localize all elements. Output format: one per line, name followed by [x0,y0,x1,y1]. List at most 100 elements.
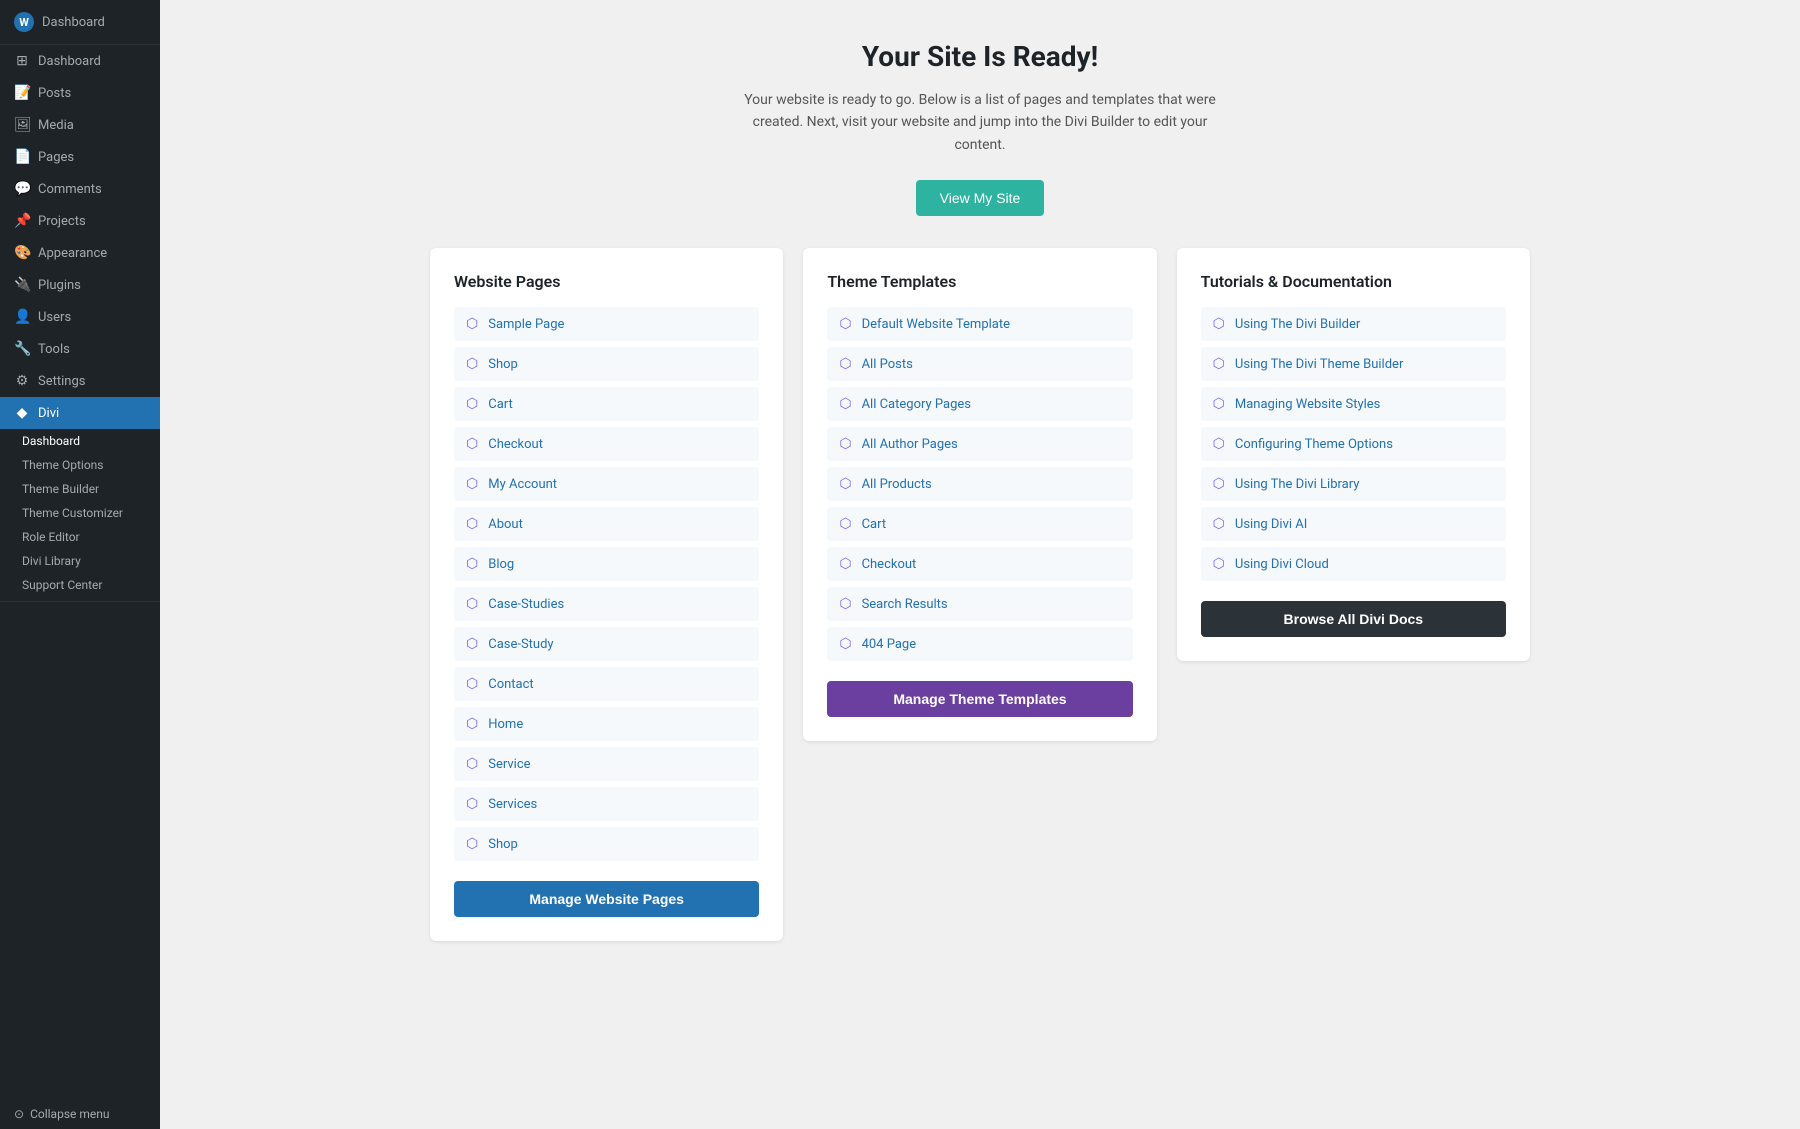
list-item-icon: ⬡ [466,676,478,692]
sidebar: W Dashboard ⊞ Dashboard 📝 Posts 🖼 Media … [0,0,160,1129]
list-item-label: All Posts [862,357,913,372]
list-item[interactable]: ⬡ Using The Divi Builder [1201,307,1506,341]
collapse-label: Collapse menu [30,1107,109,1121]
page-subtitle: Your website is ready to go. Below is a … [730,89,1230,156]
list-item-icon: ⬡ [839,556,851,572]
sidebar-subitem-support-center[interactable]: Support Center [0,573,160,597]
list-item[interactable]: ⬡ Using The Divi Library [1201,467,1506,501]
list-item-label: Contact [488,677,533,692]
list-item[interactable]: ⬡ Shop [454,347,759,381]
list-item-label: Default Website Template [862,317,1010,332]
list-item[interactable]: ⬡ Case-Study [454,627,759,661]
list-item[interactable]: ⬡ Using The Divi Theme Builder [1201,347,1506,381]
sidebar-subitem-dashboard[interactable]: Dashboard [0,429,160,453]
list-item[interactable]: ⬡ Cart [827,507,1132,541]
list-item[interactable]: ⬡ All Author Pages [827,427,1132,461]
list-item-icon: ⬡ [466,436,478,452]
list-item-label: My Account [488,477,557,492]
list-item-icon: ⬡ [466,716,478,732]
list-item-icon: ⬡ [466,796,478,812]
list-item-icon: ⬡ [1213,436,1225,452]
list-item-label: Configuring Theme Options [1235,437,1393,452]
sidebar-item-pages[interactable]: 📄 Pages [0,141,160,173]
list-item-icon: ⬡ [1213,556,1225,572]
sidebar-subitem-theme-customizer[interactable]: Theme Customizer [0,501,160,525]
list-item-label: Checkout [488,437,543,452]
list-item[interactable]: ⬡ All Posts [827,347,1132,381]
sidebar-item-comments[interactable]: 💬 Comments [0,173,160,205]
list-item[interactable]: ⬡ Search Results [827,587,1132,621]
manage-button-tutorials[interactable]: Browse All Divi Docs [1201,601,1506,637]
list-item[interactable]: ⬡ Cart [454,387,759,421]
sidebar-item-plugins[interactable]: 🔌 Plugins [0,269,160,301]
sidebar-subitem-divi-library[interactable]: Divi Library [0,549,160,573]
list-item[interactable]: ⬡ Checkout [827,547,1132,581]
list-item-label: Services [488,797,537,812]
list-item-label: Using Divi AI [1235,517,1307,532]
list-item[interactable]: ⬡ Default Website Template [827,307,1132,341]
sidebar-item-appearance[interactable]: 🎨 Appearance [0,237,160,269]
list-item[interactable]: ⬡ Services [454,787,759,821]
list-item-label: Shop [488,837,518,852]
manage-button-theme-templates[interactable]: Manage Theme Templates [827,681,1132,717]
list-item[interactable]: ⬡ Shop [454,827,759,861]
card-website-pages: Website Pages ⬡ Sample Page ⬡ Shop ⬡ Car… [430,248,783,941]
list-item[interactable]: ⬡ Blog [454,547,759,581]
list-item-label: Home [488,717,523,732]
list-item-icon: ⬡ [839,476,851,492]
sidebar-item-users[interactable]: 👤 Users [0,301,160,333]
sidebar-item-dashboard[interactable]: ⊞ Dashboard [0,45,160,77]
projects-icon: 📌 [14,213,30,229]
list-item[interactable]: ⬡ About [454,507,759,541]
list-item[interactable]: ⬡ Checkout [454,427,759,461]
list-item-label: All Products [862,477,932,492]
list-item[interactable]: ⬡ Using Divi Cloud [1201,547,1506,581]
list-item[interactable]: ⬡ Sample Page [454,307,759,341]
list-item[interactable]: ⬡ 404 Page [827,627,1132,661]
card-theme-templates: Theme Templates ⬡ Default Website Templa… [803,248,1156,741]
card-title-website-pages: Website Pages [454,272,759,291]
sidebar-label-users: Users [38,310,71,325]
list-item-label: All Author Pages [862,437,958,452]
list-item[interactable]: ⬡ Using Divi AI [1201,507,1506,541]
cards-row: Website Pages ⬡ Sample Page ⬡ Shop ⬡ Car… [430,248,1530,941]
list-item-icon: ⬡ [466,396,478,412]
card-title-tutorials: Tutorials & Documentation [1201,272,1506,291]
list-item-label: Cart [488,397,513,412]
sidebar-item-divi[interactable]: ◆ Divi [0,397,160,429]
list-item-label: Blog [488,557,514,572]
list-item[interactable]: ⬡ All Category Pages [827,387,1132,421]
sidebar-label-settings: Settings [38,374,85,389]
list-item[interactable]: ⬡ Configuring Theme Options [1201,427,1506,461]
sidebar-logo[interactable]: W Dashboard [0,0,160,45]
list-item-label: Managing Website Styles [1235,397,1381,412]
sidebar-subitem-theme-builder[interactable]: Theme Builder [0,477,160,501]
list-item-icon: ⬡ [466,516,478,532]
list-item[interactable]: ⬡ Service [454,747,759,781]
list-item-icon: ⬡ [839,436,851,452]
active-indicator [138,409,146,417]
list-item-label: Search Results [862,597,948,612]
wordpress-icon: W [14,12,34,32]
sidebar-item-media[interactable]: 🖼 Media [0,109,160,141]
list-item-icon: ⬡ [1213,476,1225,492]
sidebar-subitem-theme-options[interactable]: Theme Options [0,453,160,477]
list-item[interactable]: ⬡ My Account [454,467,759,501]
list-item[interactable]: ⬡ Home [454,707,759,741]
list-item[interactable]: ⬡ Contact [454,667,759,701]
list-item[interactable]: ⬡ Managing Website Styles [1201,387,1506,421]
manage-button-website-pages[interactable]: Manage Website Pages [454,881,759,917]
sidebar-label-divi: Divi [38,406,59,421]
list-item[interactable]: ⬡ Case-Studies [454,587,759,621]
sidebar-item-posts[interactable]: 📝 Posts [0,77,160,109]
list-item-label: Using The Divi Builder [1235,317,1360,332]
sidebar-nav: ⊞ Dashboard 📝 Posts 🖼 Media 📄 Pages 💬 Co… [0,45,160,606]
sidebar-item-projects[interactable]: 📌 Projects [0,205,160,237]
sidebar-subitem-role-editor[interactable]: Role Editor [0,525,160,549]
view-site-button[interactable]: View My Site [916,180,1045,216]
collapse-menu-button[interactable]: ⊙ Collapse menu [0,1099,160,1129]
sidebar-item-tools[interactable]: 🔧 Tools [0,333,160,365]
list-item-label: Case-Study [488,637,553,652]
list-item[interactable]: ⬡ All Products [827,467,1132,501]
sidebar-item-settings[interactable]: ⚙ Settings [0,365,160,397]
